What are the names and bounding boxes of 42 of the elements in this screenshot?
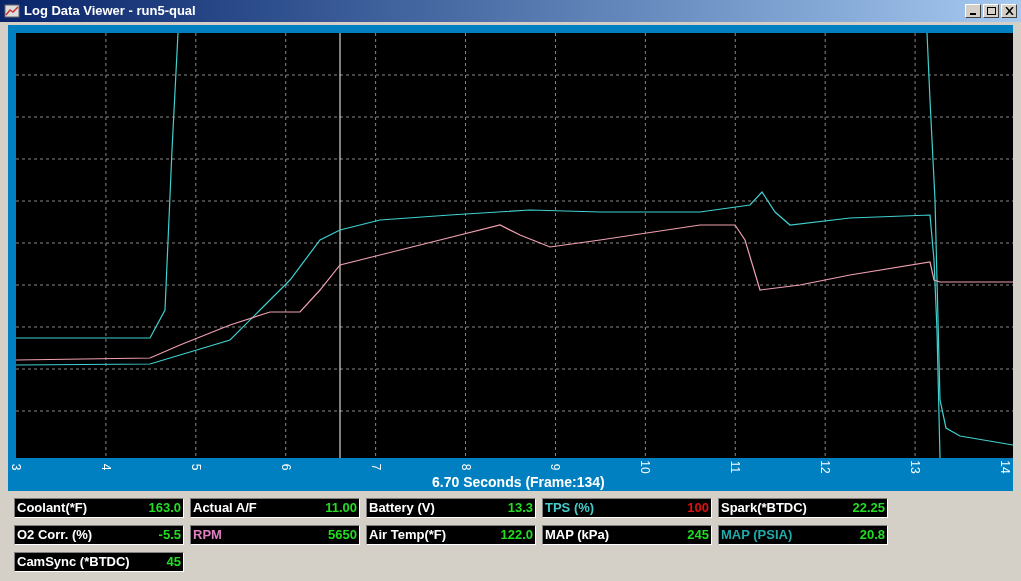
maximize-button[interactable]	[983, 4, 999, 18]
axis-tick-label: 6	[279, 462, 292, 473]
gauge-label: CamSync (*BTDC)	[17, 553, 130, 572]
gauge-value: 13.3	[507, 499, 533, 518]
axis-tick-label: 10	[639, 459, 652, 475]
gauge-value: 11.00	[325, 499, 357, 518]
axis-tick-label: 9	[549, 462, 562, 473]
axis-tick-label: 13	[909, 459, 922, 475]
gauge-label: TPS (%)	[545, 499, 595, 518]
cursor-caption: 6.70 Seconds (Frame:134)	[432, 473, 605, 492]
close-icon	[1004, 7, 1014, 15]
axis-tick-label: 8	[459, 462, 472, 473]
gauge-label: Battery (V)	[369, 499, 435, 518]
gauge-value: -5.5	[158, 526, 181, 545]
minimize-button[interactable]	[965, 4, 981, 18]
axis-tick-label: 5	[189, 462, 202, 473]
gauge-value: 45	[166, 553, 181, 572]
maximize-icon	[986, 7, 996, 15]
axis-tick-label: 4	[99, 462, 112, 473]
gauge-label: MAP (PSIA)	[721, 526, 793, 545]
gauge-label: Coolant(*F)	[17, 499, 88, 518]
gauge-label: Spark(*BTDC)	[721, 499, 807, 518]
axis-tick-label: 14	[999, 459, 1011, 475]
axis-tick-label: 3	[10, 462, 22, 473]
gauge-value: 122.0	[500, 526, 533, 545]
gauge-value: 20.8	[859, 526, 885, 545]
axis-tick-label: 7	[369, 462, 382, 473]
chart-icon	[4, 3, 20, 19]
window-title: Log Data Viewer - run5-qual	[24, 2, 196, 21]
gauge-label: O2 Corr. (%)	[17, 526, 93, 545]
close-button[interactable]	[1001, 4, 1017, 18]
gauge-value: 163.0	[148, 499, 181, 518]
gauge-value: 22.25	[852, 499, 885, 518]
gauge-value: 5650	[328, 526, 357, 545]
gauge-value: 245	[687, 526, 709, 545]
gauge-value: 100	[687, 499, 709, 518]
axis-tick-label: 11	[729, 459, 742, 475]
axis-tick-label: 12	[819, 459, 832, 475]
gauge-label: RPM	[193, 526, 222, 545]
gauge-label: MAP (kPa)	[545, 526, 610, 545]
gauge-label: Actual A/F	[193, 499, 257, 518]
gauge-label: Air Temp(*F)	[369, 526, 447, 545]
